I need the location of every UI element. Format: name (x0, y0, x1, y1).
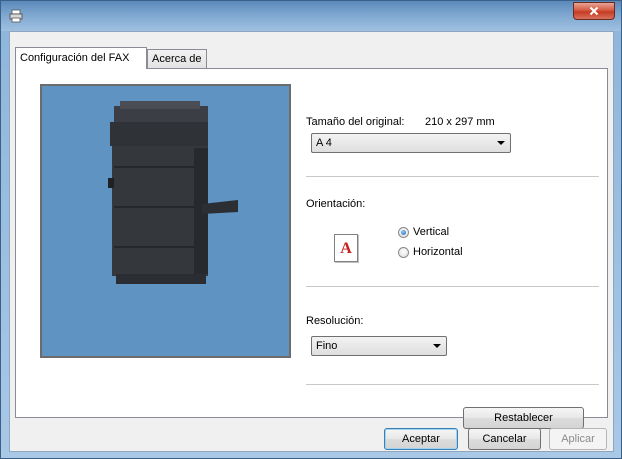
apply-button[interactable]: Aplicar (549, 428, 607, 450)
tab-about[interactable]: Acerca de (147, 49, 207, 68)
tab-fax-settings[interactable]: Configuración del FAX (15, 47, 147, 69)
chevron-down-icon (497, 141, 505, 145)
divider (306, 286, 599, 287)
printer-icon[interactable] (9, 9, 23, 23)
radio-vertical[interactable] (398, 227, 409, 238)
cancel-button[interactable]: Cancelar (468, 428, 541, 450)
radio-horizontal[interactable] (398, 247, 409, 258)
radio-selected-dot (401, 230, 406, 235)
dialog-window: Configuración del FAX Acerca de Tamaño d… (0, 0, 622, 459)
reset-button[interactable]: Restablecer (463, 407, 584, 429)
chevron-down-icon (433, 344, 441, 348)
radio-horizontal-label[interactable]: Horizontal (413, 246, 463, 258)
orientation-preview-icon: A (334, 234, 358, 262)
printer-preview (40, 84, 291, 358)
dropdown-value: Fino (316, 340, 338, 352)
dialog-client-area: Configuración del FAX Acerca de Tamaño d… (9, 31, 614, 452)
dropdown-value: A 4 (316, 137, 332, 149)
multifunction-printer-image (108, 101, 238, 284)
divider (306, 176, 599, 177)
close-button[interactable] (573, 2, 615, 20)
divider (306, 384, 599, 385)
title-bar[interactable] (1, 1, 621, 31)
resolution-label: Resolución: (306, 315, 364, 327)
radio-vertical-label[interactable]: Vertical (413, 226, 449, 238)
tab-label: Configuración del FAX (20, 52, 130, 64)
close-icon (589, 6, 599, 16)
original-size-label: Tamaño del original: (306, 116, 405, 128)
orientation-label: Orientación: (306, 198, 366, 210)
original-size-dropdown[interactable]: A 4 (311, 133, 511, 153)
tab-label: Acerca de (152, 53, 202, 65)
ok-button[interactable]: Aceptar (384, 428, 458, 450)
resolution-dropdown[interactable]: Fino (311, 336, 447, 356)
original-size-dimensions: 210 x 297 mm (425, 116, 495, 128)
fax-settings-panel: Tamaño del original: 210 x 297 mm A 4 Or… (15, 68, 608, 429)
